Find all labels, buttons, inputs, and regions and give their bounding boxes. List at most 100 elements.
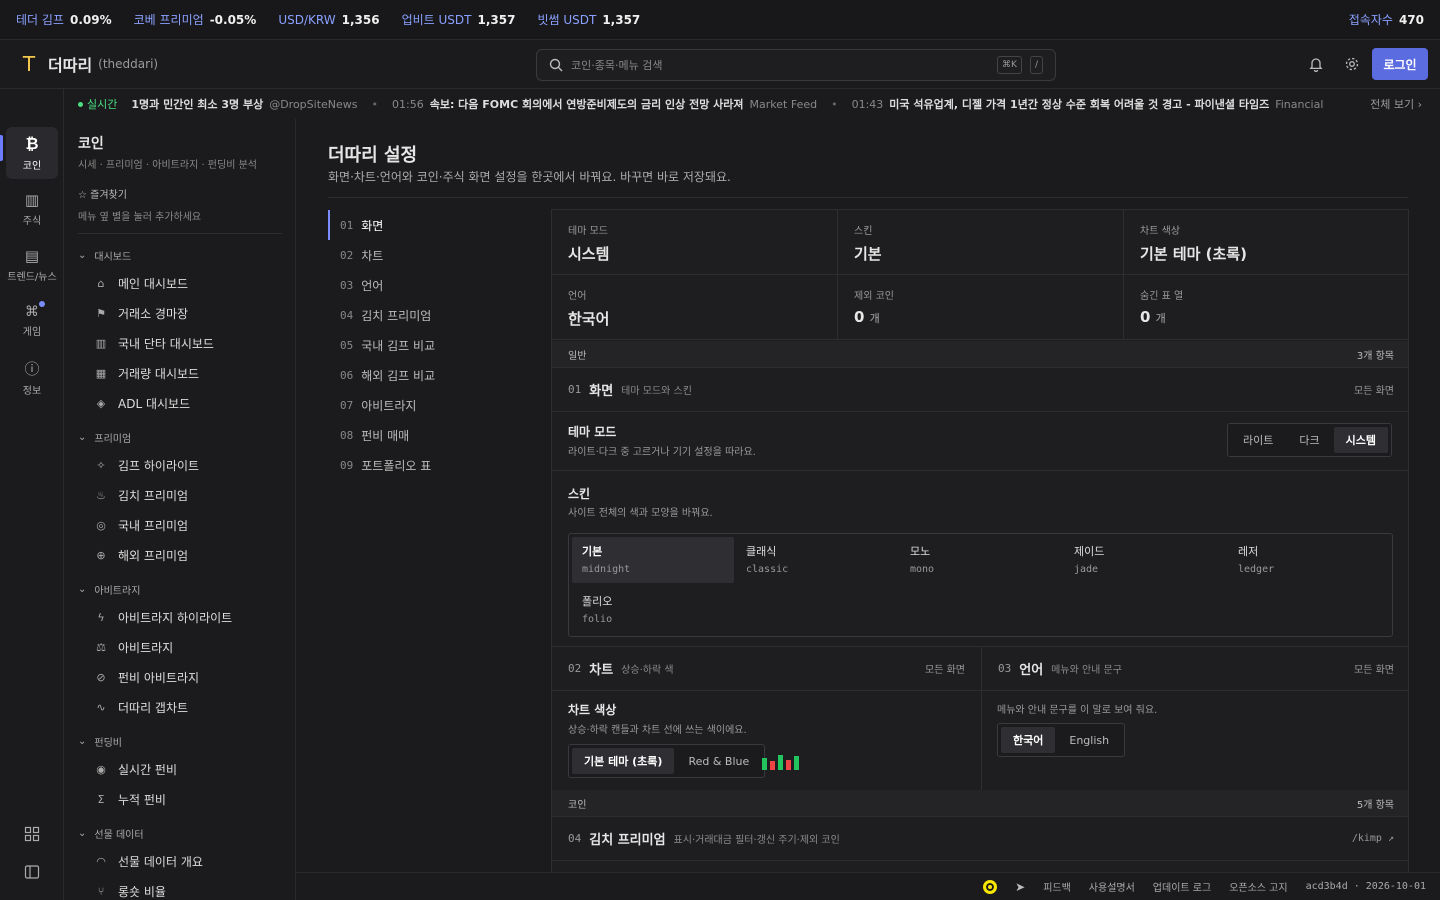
toc-item-kimchi-premium[interactable]: 04 김치 프리미엄 — [328, 300, 528, 330]
sidebar-group-funding[interactable]: ⌄ 펀딩비 — [78, 734, 122, 749]
summary-value: 0 — [854, 308, 865, 326]
topbar-bithumb-usdt[interactable]: 빗썸 USDT 1,357 — [537, 11, 640, 28]
toc-item-screen[interactable]: 01 화면 — [328, 210, 528, 240]
sidebar-item-domestic-premium[interactable]: ◎ 국내 프리미엄 — [94, 517, 188, 534]
toc-item-overseas-kimp[interactable]: 06 해외 김프 비교 — [328, 360, 528, 390]
telegram-icon[interactable]: ➤ — [1015, 880, 1025, 894]
topbar-usdkrw[interactable]: USD/KRW 1,356 — [278, 13, 379, 27]
toc-item-language[interactable]: 03 언어 — [328, 270, 528, 300]
footer-link-manual[interactable]: 사용설명서 — [1089, 879, 1135, 894]
sidebar-item-domestic-scalp[interactable]: ▥ 국내 단타 대시보드 — [94, 335, 214, 352]
theme-light-button[interactable]: 라이트 — [1231, 427, 1285, 453]
sidebar-item-long-short[interactable]: ⑂ 롱숏 비율 — [94, 883, 166, 900]
chart-color-redblue-button[interactable]: Red & Blue — [676, 748, 761, 774]
chevron-down-icon: ⌄ — [78, 250, 87, 261]
skin-option-mono[interactable]: 모노 mono — [900, 537, 1062, 583]
language-english-button[interactable]: English — [1057, 727, 1121, 753]
candle-up — [762, 758, 767, 770]
topbar-coinbase-premium[interactable]: 코베 프리미엄 -0.05% — [134, 11, 257, 28]
skin-option-folio[interactable]: 폴리오 folio — [572, 587, 734, 633]
sidebar-group-arbitrage[interactable]: ⌄ 아비트라지 — [78, 582, 140, 597]
theme-mode-desc: 라이트·다크 중 고르거나 기기 설정을 따라요. — [568, 447, 756, 458]
rail-item-stock[interactable]: ▥ 주식 — [6, 183, 58, 235]
toc-label: 국내 김프 비교 — [361, 338, 436, 353]
kakao-icon[interactable] — [983, 879, 998, 894]
summary-value: 0 — [1140, 308, 1151, 326]
news-item[interactable]: 01:56 속보: 다음 FOMC 회의에서 연방준비제도의 금리 인상 전망 사… — [392, 96, 817, 112]
skin-option-ledger[interactable]: 레저 ledger — [1228, 537, 1390, 583]
theme-dark-button[interactable]: 다크 — [1287, 427, 1331, 453]
toc-label: 김치 프리미엄 — [361, 308, 432, 323]
ticker-view-all-link[interactable]: 전체 보기 › — [1360, 89, 1440, 119]
favorites-heading[interactable]: ☆ 즐겨찾기 — [78, 186, 127, 201]
sidebar-item-futures-overview[interactable]: ◠ 선물 데이터 개요 — [94, 853, 203, 870]
rail-label-info: 정보 — [22, 385, 42, 397]
rail-item-game[interactable]: ⌘ 게임 — [6, 295, 58, 347]
footer-link-oss[interactable]: 오픈소스 고지 — [1229, 879, 1287, 894]
topbar-upbit-usdt[interactable]: 업비트 USDT 1,357 — [402, 11, 516, 28]
ticker-separator: • — [371, 97, 379, 111]
sidebar-group-dashboard[interactable]: ⌄ 대시보드 — [78, 248, 131, 263]
card-scope: 모든 화면 — [1354, 665, 1394, 676]
sidebar-item-kimchi-premium[interactable]: ♨ 김치 프리미엄 — [94, 487, 188, 504]
toc-item-portfolio-table[interactable]: 09 포트폴리오 표 — [328, 450, 528, 480]
toc-item-domestic-kimp[interactable]: 05 국내 김프 비교 — [328, 330, 528, 360]
sidebar-item-main-dashboard[interactable]: ⌂ 메인 대시보드 — [94, 275, 189, 292]
bell-icon[interactable] — [1307, 55, 1325, 73]
sidebar-toggle-icon[interactable] — [6, 847, 58, 897]
theme-system-button[interactable]: 시스템 — [1333, 427, 1388, 453]
group-label: 대시보드 — [94, 252, 132, 263]
skin-code: jade — [1074, 564, 1099, 575]
sidebar-item-arb-highlight[interactable]: ϟ 아비트라지 하이라이트 — [94, 609, 232, 626]
sidebar-item-kimp-highlight[interactable]: ✧ 김프 하이라이트 — [94, 457, 199, 474]
card-title: 김치 프리미엄 — [589, 833, 666, 848]
skin-name: 기본 — [582, 545, 603, 558]
summary-skin: 스킨 기본 — [838, 210, 1124, 275]
toc-item-arbitrage[interactable]: 07 아비트라지 — [328, 390, 528, 420]
search-icon — [549, 58, 563, 72]
sidebar-item-volume-dashboard[interactable]: ▦ 거래량 대시보드 — [94, 365, 199, 382]
topbar-tether-kimp[interactable]: 테더 김프 0.09% — [16, 11, 112, 28]
sidebar-item-overseas-premium[interactable]: ⊕ 해외 프리미엄 — [94, 547, 188, 564]
sidebar-item-label: ADL 대시보드 — [118, 397, 191, 411]
sidebar-item-funding-arbitrage[interactable]: ⊘ 펀비 아비트라지 — [94, 669, 199, 686]
brand-name[interactable]: 더따리 — [48, 52, 92, 76]
summary-value: 시스템 — [568, 245, 610, 263]
sidebar-item-adl-dashboard[interactable]: ◈ ADL 대시보드 — [94, 395, 190, 412]
search-placeholder: 코인·종목·메뉴 검색 — [571, 59, 663, 72]
toc-item-funding-trade[interactable]: 08 펀비 매매 — [328, 420, 528, 450]
home-icon: ⌂ — [97, 277, 105, 290]
rail-item-coin[interactable]: ₿ 코인 — [6, 127, 58, 179]
rail-item-news[interactable]: ▤ 트렌드/뉴스 — [6, 239, 58, 291]
sidebar-item-exchange-race[interactable]: ⚑ 거래소 경마장 — [94, 305, 188, 322]
chart-color-default-button[interactable]: 기본 테마 (초록) — [572, 748, 675, 774]
search-input[interactable]: 코인·종목·메뉴 검색 ⌘K / — [536, 49, 1056, 81]
sidebar-item-gap-chart[interactable]: ∿ 더따리 갭차트 — [94, 699, 188, 716]
kimp-page-link[interactable]: /kimp ↗ — [1352, 833, 1394, 844]
toc-item-chart[interactable]: 02 차트 — [328, 240, 528, 270]
skin-option-midnight[interactable]: 기본 midnight — [572, 537, 734, 583]
section-general-header: 일반 3개 항목 — [552, 341, 1408, 368]
sidebar-group-premium[interactable]: ⌄ 프리미엄 — [78, 430, 131, 445]
gear-icon[interactable] — [1343, 55, 1361, 73]
sidebar-item-cumulative-funding[interactable]: Σ 누적 펀비 — [94, 791, 166, 808]
footer-link-feedback[interactable]: 피드백 — [1043, 879, 1071, 894]
candle-preview — [762, 754, 799, 770]
news-item[interactable]: 01:43 미국 석유업계, 디젤 가격 1년간 정상 수준 회복 어려울 것 경… — [852, 96, 1324, 112]
logo-icon[interactable]: T — [14, 52, 44, 76]
sidebar-item-label: 누적 펀비 — [118, 793, 166, 807]
sidebar-item-realtime-funding[interactable]: ◉ 실시간 펀비 — [94, 761, 177, 778]
footer-link-changelog[interactable]: 업데이트 로그 — [1153, 879, 1211, 894]
news-item[interactable]: 1명과 민간인 최소 3명 부상 @DropSiteNews — [131, 96, 357, 112]
sidebar-item-arbitrage[interactable]: ⚖ 아비트라지 — [94, 639, 173, 656]
login-button[interactable]: 로그인 — [1372, 48, 1428, 80]
language-korean-button[interactable]: 한국어 — [1001, 727, 1056, 753]
rail-active-indicator — [0, 135, 3, 161]
rail-item-info[interactable]: ⓘ 정보 — [6, 351, 58, 403]
skin-option-jade[interactable]: 제이드 jade — [1064, 537, 1226, 583]
summary-value: 기본 테마 (초록) — [1140, 245, 1247, 263]
chart-icon: ▥ — [24, 191, 40, 209]
sidebar-group-futures[interactable]: ⌄ 선물 데이터 — [78, 826, 144, 841]
skin-option-classic[interactable]: 클래식 classic — [736, 537, 898, 583]
rail-label-stock: 주식 — [22, 216, 42, 227]
